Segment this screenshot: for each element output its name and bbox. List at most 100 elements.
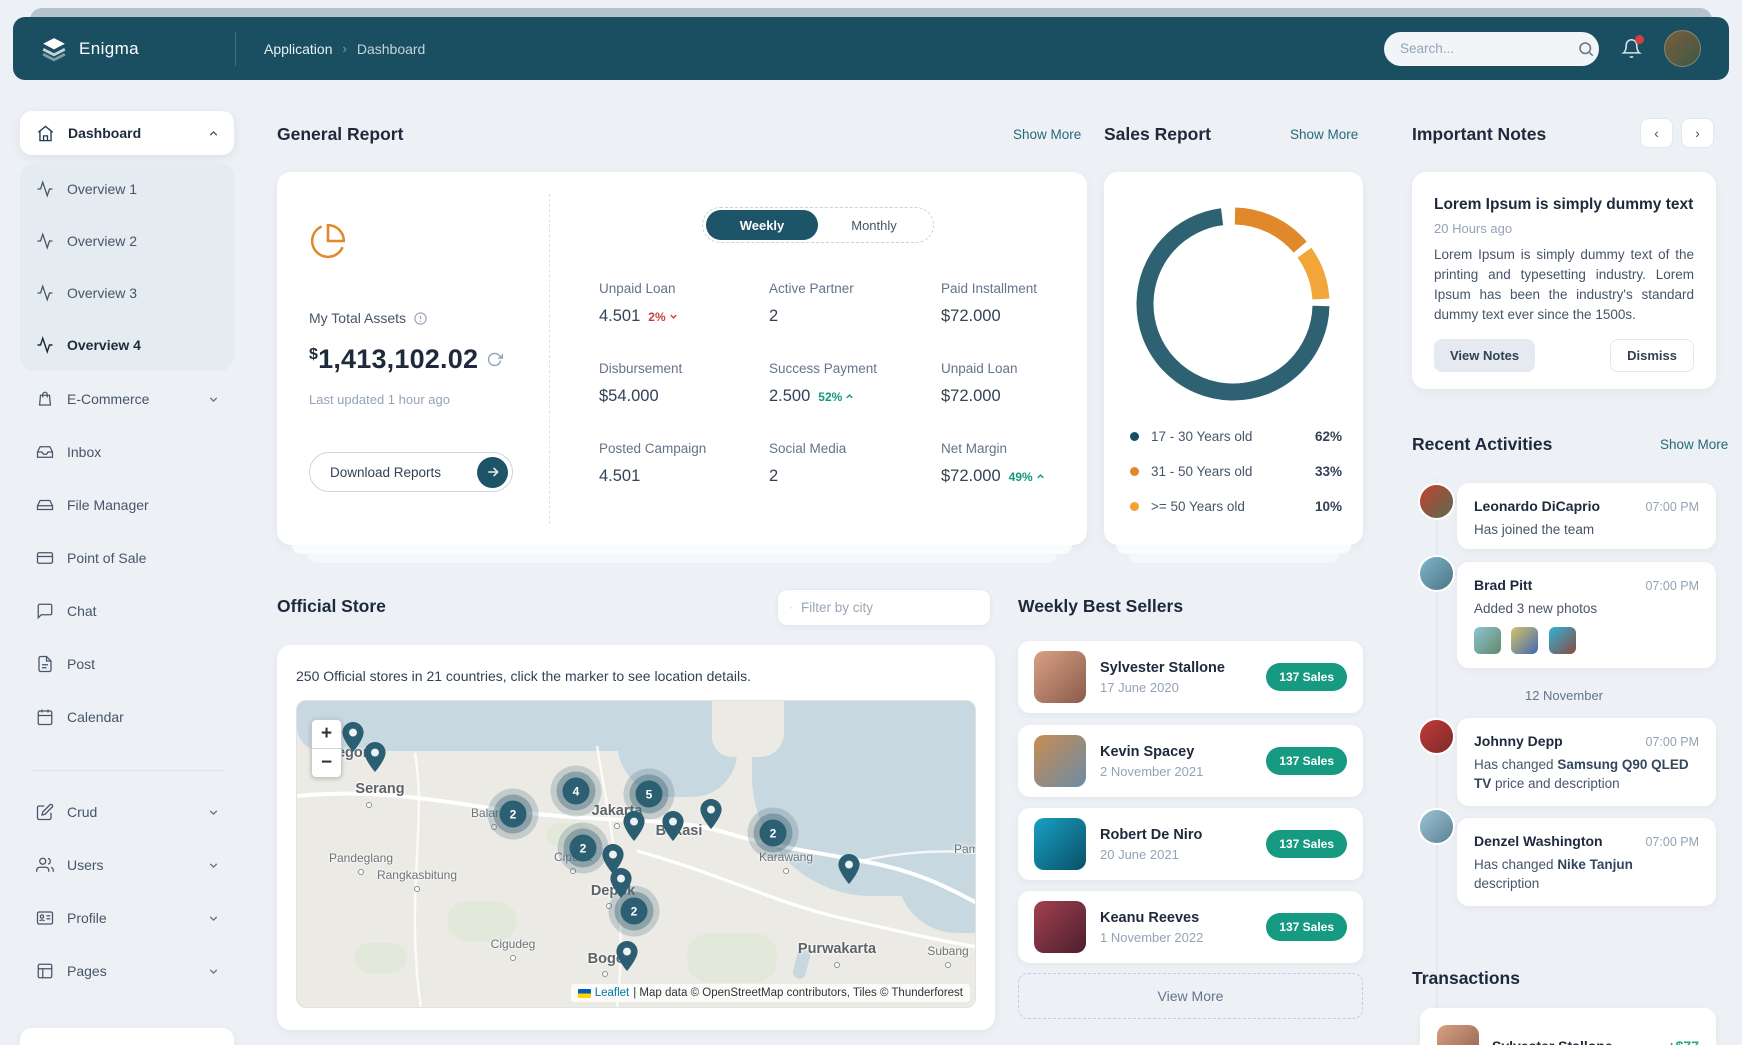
monthly-toggle-button[interactable]: Monthly <box>818 218 930 233</box>
calendar-icon <box>36 708 54 726</box>
notes-next-button[interactable]: › <box>1681 118 1714 148</box>
map-pin-icon <box>790 600 792 616</box>
map-zoom-in-button[interactable]: + <box>312 720 341 749</box>
info-icon[interactable] <box>413 311 428 326</box>
transaction-row[interactable]: Sylvester Stallone +$77 <box>1420 1008 1716 1045</box>
notes-prev-button[interactable]: ‹ <box>1640 118 1673 148</box>
download-reports-button[interactable]: Download Reports <box>309 452 513 492</box>
store-cluster-marker[interactable]: 2 <box>760 820 787 847</box>
store-map[interactable]: Cilegon Serang Balaraja Pandeglang Rangk… <box>296 700 976 1008</box>
stat-value: $54.000 <box>599 387 659 406</box>
filter-by-city-box <box>777 589 991 626</box>
up-badge: 52% <box>818 390 855 404</box>
dismiss-button[interactable]: Dismiss <box>1610 339 1694 372</box>
seller-row[interactable]: Robert De Niro20 June 2021 137 Sales <box>1018 808 1363 880</box>
search-icon[interactable] <box>1577 40 1595 58</box>
seller-row[interactable]: Sylvester Stallone17 June 2020 137 Sales <box>1018 641 1363 713</box>
sidebar-item-pages[interactable]: Pages <box>20 949 234 993</box>
transactions-title: Transactions <box>1412 968 1520 989</box>
store-pin-marker[interactable] <box>364 742 386 772</box>
sidebar-item-crud[interactable]: Crud <box>20 790 234 834</box>
sidebar-item-overview-4[interactable]: Overview 4 <box>20 323 234 367</box>
stat-value: 4.501 2% <box>599 307 679 326</box>
city-label: Pamanukan <box>954 842 976 856</box>
stat-value: $72.000 <box>941 387 1001 406</box>
card-stack-layer <box>1128 554 1339 563</box>
activity-card[interactable]: Brad Pitt07:00 PM Added 3 new photos <box>1457 562 1716 668</box>
sidebar-item-label: Dashboard <box>68 125 194 141</box>
activity-card[interactable]: Denzel Washington07:00 PM Has changed Ni… <box>1457 818 1716 906</box>
transaction-amount: +$77 <box>1667 1038 1699 1045</box>
home-icon <box>36 124 55 143</box>
store-cluster-marker[interactable]: 5 <box>636 781 663 808</box>
sidebar-item-calendar[interactable]: Calendar <box>20 695 234 739</box>
notifications-button[interactable] <box>1621 38 1642 59</box>
file-text-icon <box>36 655 54 673</box>
store-pin-marker[interactable] <box>342 722 364 752</box>
activities-show-more[interactable]: Show More <box>1660 437 1728 452</box>
search-input[interactable] <box>1400 41 1577 56</box>
store-count-note: 250 Official stores in 21 countries, cli… <box>296 668 751 684</box>
sidebar-item-overview-3[interactable]: Overview 3 <box>20 271 234 315</box>
store-pin-marker[interactable] <box>610 868 632 898</box>
sidebar-item-chat[interactable]: Chat <box>20 589 234 633</box>
filter-by-city-input[interactable] <box>801 600 978 615</box>
sidebar-bottom-bar <box>20 1028 234 1045</box>
stat-label: Success Payment <box>769 361 877 376</box>
sidebar-item-dashboard[interactable]: Dashboard <box>20 111 234 155</box>
sidebar-item-inbox[interactable]: Inbox <box>20 430 234 474</box>
photo-thumbnail[interactable] <box>1511 627 1538 654</box>
sidebar-item-overview-2[interactable]: Overview 2 <box>20 219 234 263</box>
activity-icon <box>36 180 54 198</box>
view-notes-button[interactable]: View Notes <box>1434 339 1535 372</box>
view-more-button[interactable]: View More <box>1018 973 1363 1019</box>
sidebar-item-file-manager[interactable]: File Manager <box>20 483 234 527</box>
stat-label: Posted Campaign <box>599 441 706 456</box>
sidebar-item-users[interactable]: Users <box>20 843 234 887</box>
store-pin-marker[interactable] <box>838 854 860 884</box>
refresh-icon[interactable] <box>486 351 503 368</box>
ukraine-flag-icon <box>578 989 591 998</box>
seller-row[interactable]: Keanu Reeves1 November 2022 137 Sales <box>1018 891 1363 963</box>
seller-avatar <box>1034 901 1086 953</box>
sidebar-item-overview-1[interactable]: Overview 1 <box>20 167 234 211</box>
store-pin-marker[interactable] <box>616 941 638 971</box>
users-icon <box>36 856 54 874</box>
store-cluster-marker[interactable]: 2 <box>621 898 648 925</box>
city-label: Cigudeg <box>491 937 536 951</box>
stat-value: 4.501 <box>599 467 640 486</box>
photo-thumbnail[interactable] <box>1474 627 1501 654</box>
card-stack-layer <box>1116 545 1351 554</box>
sidebar-item-ecommerce[interactable]: E-Commerce <box>20 377 234 421</box>
store-pin-marker[interactable] <box>623 811 645 841</box>
sidebar-item-point-of-sale[interactable]: Point of Sale <box>20 536 234 580</box>
up-badge: 49% <box>1009 470 1046 484</box>
activity-card[interactable]: Leonardo DiCaprio07:00 PM Has joined the… <box>1457 483 1716 549</box>
leaflet-link[interactable]: Leaflet <box>595 987 630 999</box>
store-pin-marker[interactable] <box>662 811 684 841</box>
period-toggle: Weekly Monthly <box>702 207 934 243</box>
store-cluster-marker[interactable]: 2 <box>570 835 597 862</box>
store-cluster-marker[interactable]: 2 <box>500 801 527 828</box>
sales-report-show-more[interactable]: Show More <box>1290 127 1358 142</box>
map-zoom-out-button[interactable]: − <box>312 749 341 777</box>
brand[interactable]: Enigma <box>13 36 235 62</box>
sidebar-item-post[interactable]: Post <box>20 642 234 686</box>
store-cluster-marker[interactable]: 4 <box>563 778 590 805</box>
photo-thumbnail[interactable] <box>1549 627 1576 654</box>
user-avatar[interactable] <box>1664 30 1701 67</box>
age-distribution-donut-chart[interactable] <box>1133 204 1333 404</box>
store-pin-marker[interactable] <box>700 799 722 829</box>
weekly-toggle-button[interactable]: Weekly <box>706 210 818 240</box>
city-label: Serang <box>355 781 404 797</box>
breadcrumb-dashboard[interactable]: Dashboard <box>357 41 426 57</box>
brand-name: Enigma <box>79 39 139 59</box>
breadcrumb-application[interactable]: Application <box>264 41 333 57</box>
message-square-icon <box>36 602 54 620</box>
seller-row[interactable]: Kevin Spacey2 November 2021 137 Sales <box>1018 725 1363 797</box>
activity-card[interactable]: Johnny Depp07:00 PM Has changed Samsung … <box>1457 718 1716 806</box>
general-report-show-more[interactable]: Show More <box>1013 127 1081 142</box>
credit-card-icon <box>36 549 54 567</box>
sidebar-item-profile[interactable]: Profile <box>20 896 234 940</box>
legend-dot <box>1130 432 1139 441</box>
